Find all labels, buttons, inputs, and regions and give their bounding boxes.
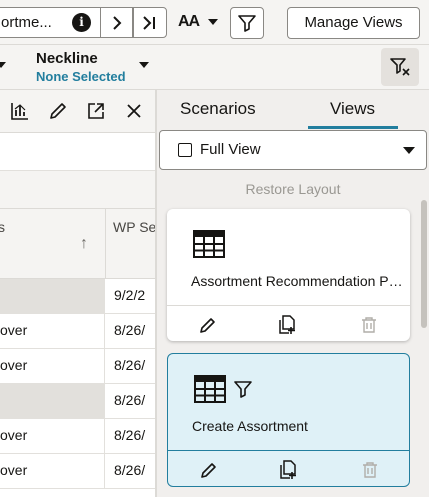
table-cell[interactable]: 9/2/2 [114,287,145,303]
panel-tabs: Scenarios Views [157,90,429,130]
breadcrumb-title-text: ortme... [1,14,52,31]
table-row[interactable]: over 8/26/ [0,349,155,384]
table-cell[interactable] [0,279,105,313]
edit-icon[interactable] [199,460,219,480]
view-card-body[interactable]: Create Assortment [168,354,409,450]
expand-icon[interactable] [85,100,107,122]
table-row[interactable]: over 8/26/ [0,314,155,349]
delete-icon[interactable] [360,460,380,480]
clear-filter-button[interactable] [381,48,419,86]
duplicate-icon[interactable] [278,315,298,335]
checkbox-icon[interactable] [178,143,192,157]
top-toolbar: ortme... i AA Manage Views [0,0,429,45]
chevron-down-icon[interactable] [0,62,6,68]
tab-views[interactable]: Views [330,99,375,119]
grid-empty-row [0,133,155,171]
table-row[interactable]: 9/2/2 [0,279,155,314]
grid-header: s ↑ WP Se [0,209,156,279]
table-cell[interactable]: over [0,419,105,453]
column-header-1[interactable]: s [0,219,5,235]
column-divider[interactable] [105,209,106,279]
view-card-actions [168,450,409,486]
neckline-label: Neckline [36,50,98,67]
chevron-down-icon[interactable] [208,19,218,25]
view-select-value: Full View [200,141,261,158]
clear-filter-icon [390,58,410,76]
grid-toolbar [0,90,155,133]
chart-icon[interactable] [9,100,31,122]
view-select[interactable]: Full View [159,130,427,170]
info-icon[interactable]: i [72,13,91,32]
table-cell[interactable]: over [0,314,105,348]
panel-scrollbar[interactable] [421,200,427,328]
neckline-value[interactable]: None Selected [36,69,126,84]
last-button[interactable] [133,7,167,38]
grid-group-strip [0,171,155,209]
table-icon [194,375,226,403]
view-card-selected[interactable]: Create Assortment [167,353,410,487]
next-button[interactable] [100,7,133,38]
filter-row: Neckline None Selected [0,45,429,90]
neckline-dropdown-icon[interactable] [139,62,149,68]
table-cell[interactable]: over [0,454,105,488]
view-card-body[interactable]: Assortment Recommendation Planning [167,209,410,305]
table-icon [193,230,225,258]
duplicate-icon[interactable] [279,460,299,480]
views-panel: Scenarios Views Full View Restore Layout… [155,90,429,497]
edit-icon[interactable] [198,315,218,335]
delete-icon[interactable] [359,315,379,335]
sort-ascending-icon[interactable]: ↑ [80,235,88,253]
table-cell[interactable]: 8/26/ [114,357,145,373]
table-row[interactable]: over 8/26/ [0,454,155,489]
tab-scenarios[interactable]: Scenarios [180,99,256,119]
chevron-down-icon[interactable] [403,147,415,154]
close-icon[interactable] [123,100,145,122]
restore-layout-link[interactable]: Restore Layout [157,181,429,197]
grid-body: 9/2/2 over 8/26/over 8/26/8/26/over 8/26/ove… [0,279,155,489]
edit-icon[interactable] [47,100,69,122]
text-size-button[interactable]: AA [178,13,200,31]
table-cell[interactable]: over [0,349,105,383]
table-cell[interactable]: 8/26/ [114,392,145,408]
filter-button[interactable] [230,7,264,39]
table-cell[interactable]: 8/26/ [114,322,145,338]
filter-icon [238,15,256,32]
view-card-actions [167,305,410,341]
table-cell[interactable]: 8/26/ [114,427,145,443]
view-card-title: Assortment Recommendation Planning [191,273,403,289]
table-row[interactable]: over 8/26/ [0,419,155,454]
table-cell[interactable]: 8/26/ [114,462,145,478]
chevron-last-icon [143,15,155,30]
manage-views-button[interactable]: Manage Views [287,7,420,39]
column-header-2[interactable]: WP Se [113,219,156,235]
chevron-right-icon [112,15,121,30]
filter-icon [234,381,252,398]
table-row[interactable]: 8/26/ [0,384,155,419]
table-cell[interactable] [0,384,105,418]
view-card[interactable]: Assortment Recommendation Planning [167,209,410,341]
view-card-title: Create Assortment [192,418,308,434]
active-tab-indicator [308,126,398,129]
